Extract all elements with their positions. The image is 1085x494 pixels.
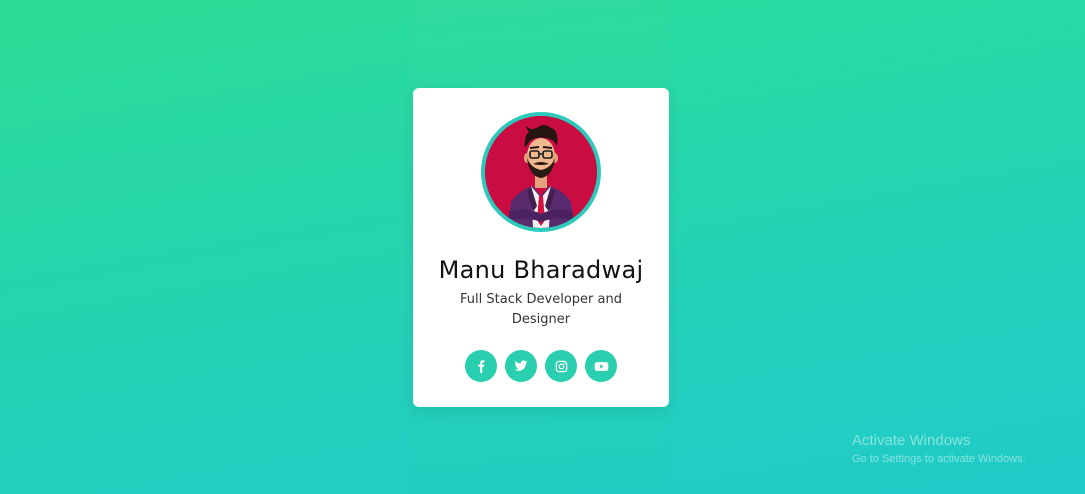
profile-name: Manu Bharadwaj: [438, 256, 644, 284]
watermark-subtitle: Go to Settings to activate Windows.: [852, 453, 1026, 465]
avatar-image: [485, 116, 597, 228]
twitter-icon: [514, 360, 528, 371]
instagram-button[interactable]: [545, 350, 577, 382]
youtube-button[interactable]: [585, 350, 617, 382]
twitter-button[interactable]: [505, 350, 537, 382]
windows-activation-watermark: Activate Windows Go to Settings to activ…: [852, 432, 1026, 466]
profile-role: Full Stack Developer and Designer: [460, 292, 622, 327]
facebook-icon: [478, 360, 485, 373]
social-links: [465, 350, 617, 382]
youtube-icon: [594, 361, 608, 371]
background-left: [0, 0, 410, 494]
cartoon-man-illustration: [485, 116, 597, 228]
instagram-icon: [555, 360, 567, 372]
profile-card: Manu Bharadwaj Full Stack Developer and …: [413, 88, 669, 407]
watermark-title: Activate Windows: [852, 432, 971, 449]
facebook-button[interactable]: [465, 350, 497, 382]
avatar: [481, 112, 601, 232]
